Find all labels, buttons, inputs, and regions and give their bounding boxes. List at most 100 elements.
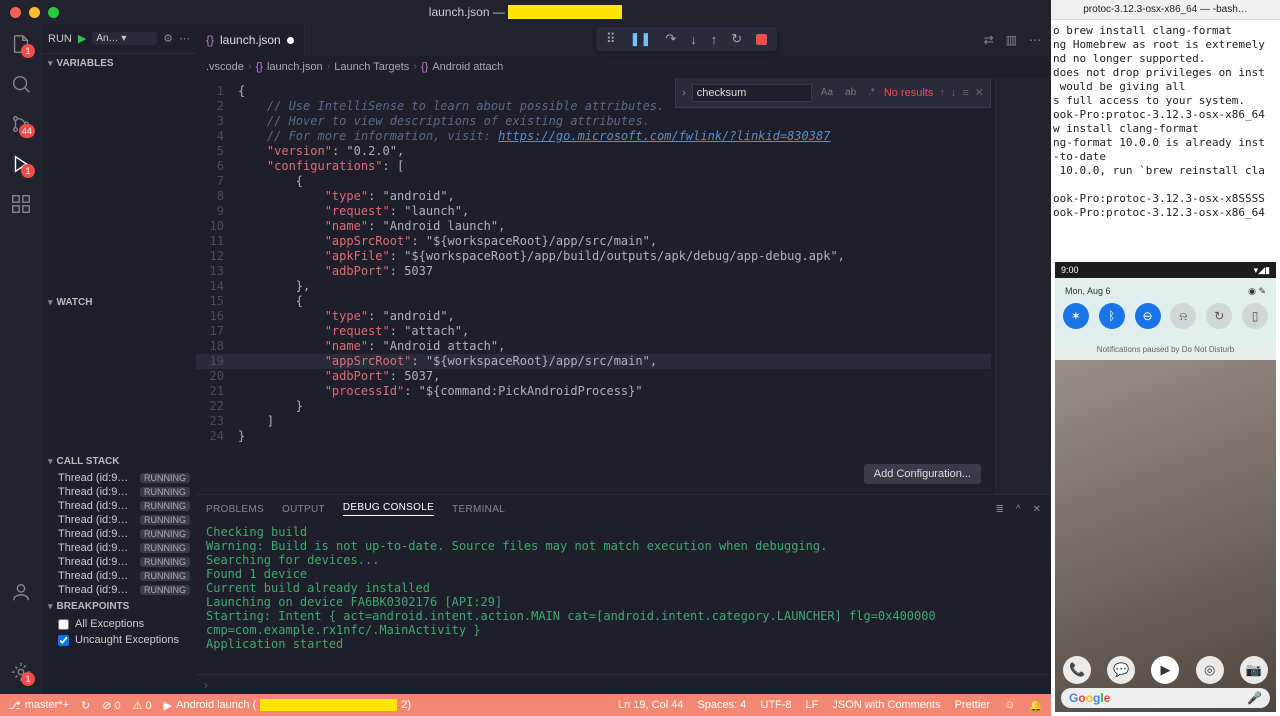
find-input[interactable] (692, 84, 812, 102)
step-out-button[interactable]: ↑ (711, 32, 718, 47)
code-line[interactable]: 15 { (196, 294, 991, 309)
qs-bluetooth-icon[interactable]: ᛒ (1099, 303, 1125, 329)
code-line[interactable]: 18 "name": "Android attach", (196, 339, 991, 354)
code-line[interactable]: 16 "type": "android", (196, 309, 991, 324)
qs-flashlight-icon[interactable]: ⍾ (1170, 303, 1196, 329)
thread-row[interactable]: Thread (id:9…RUNNING (42, 471, 196, 485)
run-debug-icon[interactable]: 1 (9, 152, 33, 176)
code-line[interactable]: 10 "name": "Android launch", (196, 219, 991, 234)
panel-clear-icon[interactable]: ≣ (996, 504, 1004, 515)
breakpoint-row[interactable]: Uncaught Exceptions (42, 632, 196, 648)
debug-target[interactable]: ▶ Android launch (xxxxxxxxxxxxxx2) (164, 699, 411, 712)
cursor-position[interactable]: Ln 19, Col 44 (618, 699, 683, 712)
find-close-icon[interactable]: ✕ (975, 86, 984, 99)
variables-section-header[interactable]: ▾ VARIABLES (42, 54, 196, 73)
qs-battery-icon[interactable]: ▯ (1242, 303, 1268, 329)
split-editor-icon[interactable]: ▥ (1006, 33, 1017, 47)
code-line[interactable]: 8 "type": "android", (196, 189, 991, 204)
code-line[interactable]: 22 } (196, 399, 991, 414)
code-line[interactable]: 6 "configurations": [ (196, 159, 991, 174)
search-icon[interactable] (9, 72, 33, 96)
restart-button[interactable]: ↻ (731, 31, 742, 47)
thread-row[interactable]: Thread (id:9…RUNNING (42, 555, 196, 569)
breakpoint-checkbox[interactable] (58, 619, 69, 630)
thread-row[interactable]: Thread (id:9…RUNNING (42, 569, 196, 583)
mic-icon[interactable]: 🎤 (1247, 691, 1262, 705)
tab-problems[interactable]: PROBLEMS (206, 504, 264, 515)
watch-section-header[interactable]: ▾ WATCH (42, 293, 196, 312)
play-store-icon[interactable]: ▶ (1151, 656, 1179, 684)
code-line[interactable]: 13 "adbPort": 5037 (196, 264, 991, 279)
warnings-count[interactable]: ⚠ 0 (133, 699, 152, 712)
code-line[interactable]: 20 "adbPort": 5037, (196, 369, 991, 384)
settings-icon[interactable]: 1 (9, 660, 33, 684)
tab-terminal[interactable]: TERMINAL (452, 504, 505, 515)
prettier-status[interactable]: Prettier (955, 699, 990, 712)
editor-body[interactable]: 1{2 // Use IntelliSense to learn about p… (196, 78, 1051, 494)
qs-dnd-icon[interactable]: ⊖ (1135, 303, 1161, 329)
match-case-icon[interactable]: Aa (818, 87, 836, 98)
google-search-bar[interactable]: Google 🎤 (1061, 688, 1270, 708)
find-selection-icon[interactable]: ≡ (962, 87, 968, 99)
callstack-section-header[interactable]: ▾ CALL STACK (42, 452, 196, 471)
code-line[interactable]: 12 "apkFile": "${workspaceRoot}/app/buil… (196, 249, 991, 264)
code-line[interactable]: 24} (196, 429, 991, 444)
drag-handle-icon[interactable]: ⠿ (606, 31, 616, 47)
pause-button[interactable]: ❚❚ (630, 31, 652, 47)
tab-debug-console[interactable]: DEBUG CONSOLE (343, 502, 434, 516)
match-whole-word-icon[interactable]: ab (842, 87, 859, 98)
thread-row[interactable]: Thread (id:9…RUNNING (42, 541, 196, 555)
config-selector[interactable]: An… ▾ (92, 32, 157, 45)
thread-row[interactable]: Thread (id:9…RUNNING (42, 527, 196, 541)
start-debug-button[interactable]: ▶ (78, 32, 86, 45)
code-line[interactable]: 19 "appSrcRoot": "${workspaceRoot}/app/s… (196, 354, 991, 369)
add-configuration-button[interactable]: Add Configuration... (864, 464, 981, 484)
eol[interactable]: LF (806, 699, 819, 712)
tab-output[interactable]: OUTPUT (282, 504, 325, 515)
find-prev-icon[interactable]: ↑ (939, 87, 945, 99)
more-actions-icon[interactable]: ⋯ (1029, 33, 1041, 47)
qs-wifi-icon[interactable]: ✶ (1063, 303, 1089, 329)
scm-icon[interactable]: 44 (9, 112, 33, 136)
code-line[interactable]: 21 "processId": "${command:PickAndroidPr… (196, 384, 991, 399)
terminal-output[interactable]: o brew install clang-format ng Homebrew … (1051, 20, 1280, 224)
debug-console-input[interactable]: › (196, 674, 1051, 694)
qs-rotate-icon[interactable]: ↻ (1206, 303, 1232, 329)
camera-app-icon[interactable]: 📷 (1240, 656, 1268, 684)
git-branch[interactable]: ⎇ master*+ (8, 699, 69, 712)
thread-row[interactable]: Thread (id:9…RUNNING (42, 583, 196, 597)
tab-launch-json[interactable]: {} launch.json (196, 24, 305, 56)
code-line[interactable]: 9 "request": "launch", (196, 204, 991, 219)
shade-settings-icons[interactable]: ◉ ✎ (1248, 286, 1266, 297)
step-over-button[interactable]: ↷ (665, 31, 676, 47)
messages-app-icon[interactable]: 💬 (1107, 656, 1135, 684)
notification-shade[interactable]: Mon, Aug 6 ◉ ✎ ✶ ᛒ ⊖ ⍾ ↻ ▯ (1055, 278, 1276, 339)
code-line[interactable]: 5 "version": "0.2.0", (196, 144, 991, 159)
code-line[interactable]: 3 // Hover to view descriptions of exist… (196, 114, 991, 129)
find-replace-toggle[interactable]: › (682, 87, 686, 99)
thread-row[interactable]: Thread (id:9…RUNNING (42, 513, 196, 527)
extensions-icon[interactable] (9, 192, 33, 216)
home-wallpaper[interactable]: 📞 💬 ▶ ◎ 📷 Google 🎤 (1055, 360, 1276, 712)
config-gear-icon[interactable]: ⚙ (163, 32, 173, 45)
regex-icon[interactable]: .* (865, 87, 878, 98)
breakpoint-row[interactable]: All Exceptions (42, 616, 196, 632)
step-into-button[interactable]: ↓ (690, 32, 697, 47)
breadcrumbs[interactable]: .vscode› {} launch.json› Launch Targets›… (196, 56, 1051, 78)
explorer-icon[interactable]: 1 (9, 32, 33, 56)
sync-button[interactable]: ↻ (81, 699, 90, 712)
indentation[interactable]: Spaces: 4 (697, 699, 746, 712)
account-icon[interactable] (9, 580, 33, 604)
breakpoint-checkbox[interactable] (58, 635, 69, 646)
minimap[interactable] (995, 78, 1051, 494)
chrome-app-icon[interactable]: ◎ (1196, 656, 1224, 684)
code-line[interactable]: 23 ] (196, 414, 991, 429)
code-line[interactable]: 4 // For more information, visit: https:… (196, 129, 991, 144)
thread-row[interactable]: Thread (id:9…RUNNING (42, 485, 196, 499)
code-line[interactable]: 7 { (196, 174, 991, 189)
code-line[interactable]: 11 "appSrcRoot": "${workspaceRoot}/app/s… (196, 234, 991, 249)
panel-close-icon[interactable]: ✕ (1033, 504, 1041, 515)
code-line[interactable]: 14 }, (196, 279, 991, 294)
debug-tools-icon[interactable]: ⋯ (179, 32, 190, 45)
phone-app-icon[interactable]: 📞 (1063, 656, 1091, 684)
